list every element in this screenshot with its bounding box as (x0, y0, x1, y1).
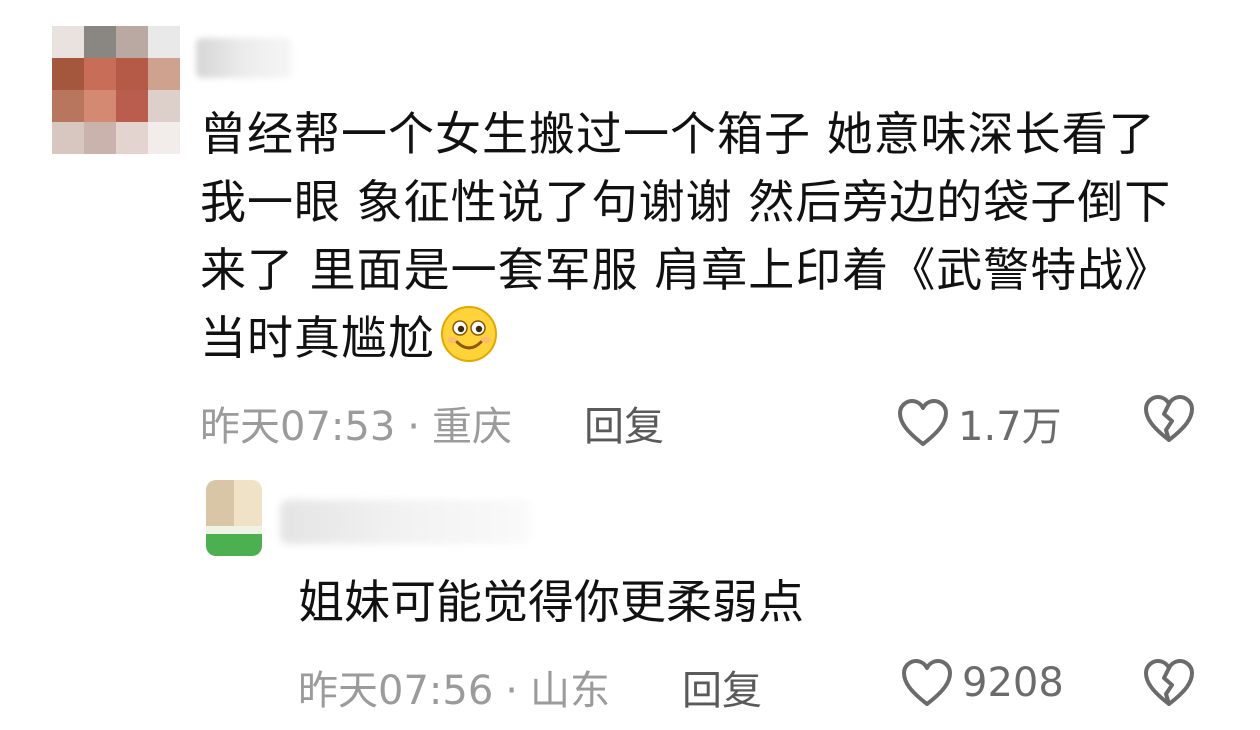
reply-reply-button[interactable]: 回复 (682, 658, 762, 716)
like-button[interactable]: 1.7万 (896, 394, 1062, 452)
comment-time-location: 昨天07:53 · 重庆 (200, 394, 512, 452)
meta-separator: · (407, 404, 420, 450)
broken-heart-icon (1144, 659, 1194, 706)
meta-separator: · (505, 668, 518, 714)
comment-text: 曾经帮一个女生搬过一个箱子 她意味深长看了我一眼 象征性说了句谢谢 然后旁边的袋… (200, 107, 1172, 365)
avatar[interactable] (52, 26, 180, 154)
heart-icon (898, 399, 948, 446)
reply-like-button[interactable]: 9208 (900, 658, 1064, 708)
reply-meta: 昨天07:56 · 山东 回复 9208 (298, 658, 1200, 718)
reply-text: 姐妹可能觉得你更柔弱点 (298, 575, 804, 629)
reply-time-location: 昨天07:56 · 山东 (298, 658, 610, 716)
reply-like-count: 9208 (962, 660, 1064, 706)
comment-meta: 昨天07:53 · 重庆 回复 1.7万 (200, 394, 1200, 454)
comment-time: 昨天07:53 (200, 404, 396, 450)
reply-time: 昨天07:56 (298, 668, 494, 714)
broken-heart-icon (1144, 395, 1194, 442)
avatar-badge (206, 534, 262, 556)
comment-text-block: 曾经帮一个女生搬过一个箱子 她意味深长看了我一眼 象征性说了句谢谢 然后旁边的袋… (200, 100, 1200, 372)
reply-avatar[interactable] (206, 480, 262, 556)
dislike-button[interactable] (1142, 394, 1196, 454)
reply-dislike-button[interactable] (1142, 658, 1196, 718)
comment-location: 重庆 (432, 404, 512, 450)
reply-button[interactable]: 回复 (584, 394, 664, 452)
username-blurred[interactable] (196, 38, 292, 78)
smile-emoji-icon (439, 304, 499, 364)
reply-username-blurred[interactable] (280, 500, 530, 544)
heart-icon (902, 659, 952, 706)
like-count: 1.7万 (958, 404, 1062, 450)
reply-location: 山东 (530, 668, 610, 714)
